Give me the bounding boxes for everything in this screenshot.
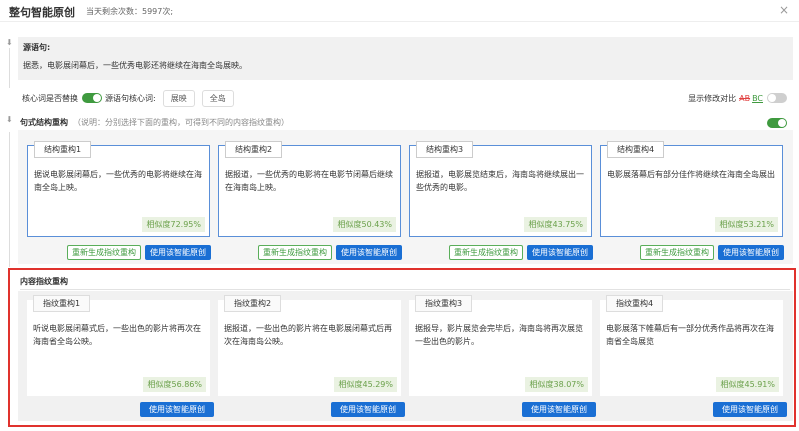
- source-label: 源语句:: [23, 43, 51, 52]
- close-icon[interactable]: ×: [779, 3, 789, 17]
- structure-card[interactable]: 结构重构4 电影展落幕后有部分佳作将继续在海南全岛展出 相似度53.21%: [600, 141, 783, 237]
- structure-note: （说明：分别选择下面的重构，可得到不同的内容指纹重构）: [73, 118, 289, 127]
- core-words-label: 源语句核心词:: [105, 93, 156, 103]
- diff-toggle-area: 显示修改对比 AB BC: [688, 90, 787, 106]
- card-tab: 结构重构4: [607, 141, 665, 158]
- card-tab: 指纹重构3: [415, 295, 473, 312]
- similarity-badge: 相似度38.07%: [525, 377, 588, 392]
- arrow-down-icon: ⬇: [6, 38, 13, 47]
- card-tab: 结构重构1: [34, 141, 92, 158]
- structure-title: 句式结构重构: [20, 118, 68, 127]
- card-text: 据报道，一些优秀的电影将在电影节闭幕后继续在海南岛上映。: [225, 170, 393, 192]
- toggle-knob: [93, 94, 101, 102]
- core-words-bar: 核心词是否替换 源语句核心词: 展映 全岛: [22, 89, 234, 107]
- structure-card[interactable]: 结构重构1 据说电影展闭幕后，一些优秀的电影将继续在海南全岛上映。 相似度72.…: [27, 141, 210, 237]
- use-original-button[interactable]: 使用该智能原创: [522, 402, 596, 417]
- card-text: 据报导，影片展览会完毕后，海南岛将再次展览一些出色的影片。: [415, 324, 583, 346]
- structure-section-title: 句式结构重构 （说明：分别选择下面的重构，可得到不同的内容指纹重构）: [20, 117, 289, 128]
- similarity-badge: 相似度45.91%: [716, 377, 779, 392]
- card-text: 据报道，一些出色的影片将在电影展闭幕式后再次在海南岛公映。: [224, 324, 392, 346]
- regenerate-button[interactable]: 重新生成指纹重构: [640, 245, 714, 260]
- similarity-badge: 相似度53.21%: [715, 217, 778, 232]
- card-tab: 指纹重构4: [606, 295, 664, 312]
- card-text: 据报道，电影展览结束后，海南岛将继续展出一些优秀的电影。: [416, 170, 584, 192]
- card-text: 据说电影展闭幕后，一些优秀的电影将继续在海南全岛上映。: [34, 170, 202, 192]
- replace-toggle[interactable]: [82, 93, 102, 103]
- card-text: 听说电影展闭幕式后，一些出色的影片将再次在海南省全岛公映。: [33, 324, 201, 346]
- source-sentence-panel: 源语句: 据悉，电影展闭幕后，一些优秀电影还将继续在海南全岛展映。: [18, 37, 793, 80]
- use-original-button[interactable]: 使用该智能原创: [527, 245, 593, 260]
- core-word-chip[interactable]: 展映: [162, 89, 195, 107]
- card-tab: 指纹重构2: [224, 295, 282, 312]
- structure-card[interactable]: 结构重构2 据报道，一些优秀的电影将在电影节闭幕后继续在海南岛上映。 相似度50…: [218, 141, 401, 237]
- regenerate-button[interactable]: 重新生成指纹重构: [67, 245, 141, 260]
- similarity-badge: 相似度72.95%: [142, 217, 205, 232]
- use-original-button[interactable]: 使用该智能原创: [718, 245, 784, 260]
- card-tab: 结构重构3: [416, 141, 474, 158]
- card-text: 电影展落下帷幕后有一部分优秀作品将再次在海南省全岛展览: [606, 324, 774, 346]
- diff-label: 显示修改对比: [688, 93, 737, 103]
- core-word-chip[interactable]: 全岛: [201, 89, 234, 107]
- arrow-down-icon: ⬇: [6, 115, 13, 124]
- diff-bc: BC: [752, 93, 763, 103]
- card-text: 电影展落幕后有部分佳作将继续在海南全岛展出: [607, 170, 775, 179]
- similarity-badge: 相似度45.29%: [334, 377, 397, 392]
- structure-card[interactable]: 结构重构3 据报道，电影展览结束后，海南岛将继续展出一些优秀的电影。 相似度43…: [409, 141, 592, 237]
- fingerprint-card[interactable]: 指纹重构3 据报导，影片展览会完毕后，海南岛将再次展览一些出色的影片。 相似度3…: [409, 295, 592, 396]
- similarity-badge: 相似度50.43%: [333, 217, 396, 232]
- fingerprint-card[interactable]: 指纹重构4 电影展落下帷幕后有一部分优秀作品将再次在海南省全岛展览 相似度45.…: [600, 295, 783, 396]
- structure-toggle[interactable]: [767, 118, 787, 128]
- toggle-knob: [768, 94, 776, 102]
- toggle-knob: [778, 119, 786, 127]
- similarity-badge: 相似度43.75%: [524, 217, 587, 232]
- section-divider: [20, 289, 790, 290]
- fingerprint-card[interactable]: 指纹重构2 据报道，一些出色的影片将在电影展闭幕式后再次在海南岛公映。 相似度4…: [218, 295, 401, 396]
- guide-line: [9, 132, 10, 267]
- use-original-button[interactable]: 使用该智能原创: [713, 402, 787, 417]
- regenerate-button[interactable]: 重新生成指纹重构: [449, 245, 523, 260]
- use-original-button[interactable]: 使用该智能原创: [140, 402, 214, 417]
- dialog-header: 整句智能原创 当天剩余次数：5997次; ×: [0, 0, 799, 22]
- remaining-count: 当天剩余次数：5997次;: [86, 7, 174, 16]
- similarity-badge: 相似度56.86%: [143, 377, 206, 392]
- diff-toggle[interactable]: [767, 93, 787, 103]
- card-tab: 指纹重构1: [33, 295, 91, 312]
- fingerprint-section-title: 内容指纹重构: [20, 277, 68, 286]
- card-tab: 结构重构2: [225, 141, 283, 158]
- regenerate-button[interactable]: 重新生成指纹重构: [258, 245, 332, 260]
- replace-label: 核心词是否替换: [22, 93, 78, 103]
- source-text: 据悉，电影展闭幕后，一些优秀电影还将继续在海南全岛展映。: [23, 61, 247, 70]
- page-title: 整句智能原创: [9, 6, 75, 19]
- fingerprint-card[interactable]: 指纹重构1 听说电影展闭幕式后，一些出色的影片将再次在海南省全岛公映。 相似度5…: [27, 295, 210, 396]
- use-original-button[interactable]: 使用该智能原创: [145, 245, 211, 260]
- guide-line: [9, 48, 10, 88]
- use-original-button[interactable]: 使用该智能原创: [331, 402, 405, 417]
- diff-ab: AB: [739, 93, 751, 103]
- use-original-button[interactable]: 使用该智能原创: [336, 245, 402, 260]
